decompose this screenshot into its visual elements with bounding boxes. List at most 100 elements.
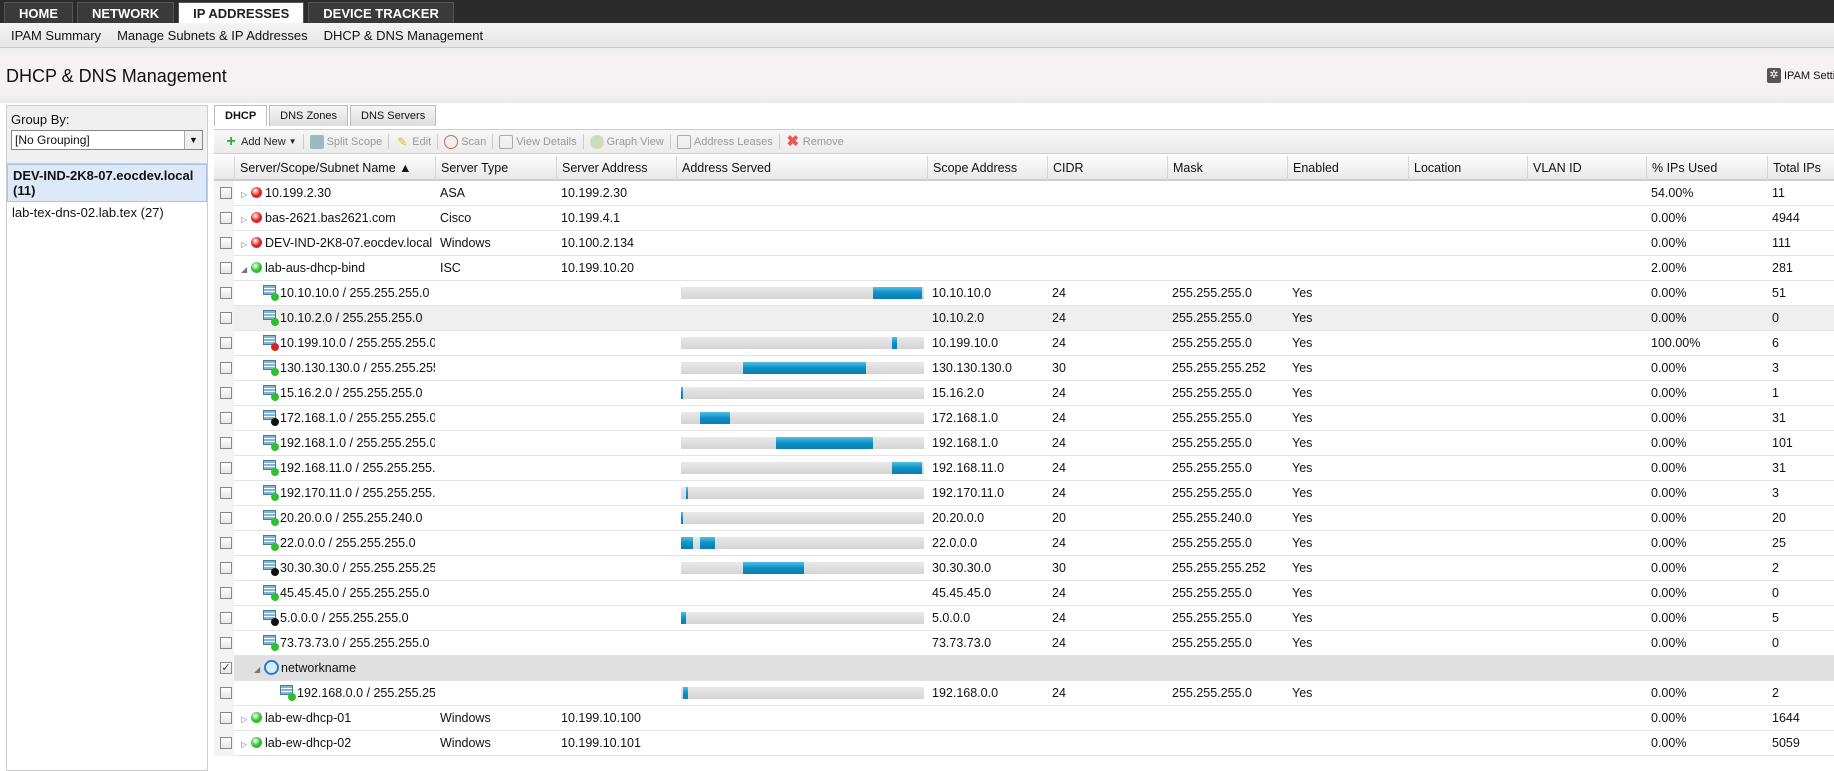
column-header[interactable]: Total IPs <box>1767 156 1834 181</box>
scope-row[interactable]: 73.73.73.0 / 255.255.255.0 73.73.73.0 24 25… <box>214 631 1834 656</box>
row-name[interactable]: lab-aus-dhcp-bind <box>265 261 365 275</box>
row-name[interactable]: 192.170.11.0 / 255.255.255.0 <box>280 486 435 500</box>
scope-row[interactable]: 22.0.0.0 / 255.255.255.0 22.0.0.0 24 255.25… <box>214 531 1834 556</box>
group-by-select[interactable]: [No Grouping] ▼ <box>11 130 203 150</box>
edit-button[interactable]: ✎ Edit <box>389 134 439 149</box>
scope-row[interactable]: 30.30.30.0 / 255.255.255.252 30.30.30.0 30… <box>214 556 1834 581</box>
nav-device-tracker[interactable]: DEVICE TRACKER <box>308 2 454 23</box>
remove-button[interactable]: ✖ Remove <box>780 134 850 149</box>
row-name[interactable]: 45.45.45.0 / 255.255.255.0 <box>280 586 429 600</box>
server-row[interactable]: ▷ bas-2621.bas2621.com Cisco 10.199.4.1 0.00… <box>214 206 1834 231</box>
row-checkbox[interactable] <box>220 637 232 649</box>
row-checkbox[interactable] <box>220 612 232 624</box>
row-name[interactable]: 73.73.73.0 / 255.255.255.0 <box>280 636 429 650</box>
expand-arrow-icon[interactable]: ▷ <box>241 183 251 205</box>
row-name[interactable]: 10.10.2.0 / 255.255.255.0 <box>280 311 423 325</box>
row-checkbox[interactable] <box>220 437 232 449</box>
row-name[interactable]: 10.199.10.0 / 255.255.255.0 <box>280 336 435 350</box>
row-checkbox[interactable] <box>220 737 232 749</box>
row-name[interactable]: 192.168.11.0 / 255.255.255.0 <box>280 461 435 475</box>
column-header[interactable]: Address Served <box>676 156 927 181</box>
row-checkbox[interactable] <box>220 237 232 249</box>
group-row[interactable]: ✓ ◢ networkname <box>214 656 1834 681</box>
group-item[interactable]: lab-tex-dns-02.lab.tex (27) <box>7 202 207 223</box>
scope-row[interactable]: 172.168.1.0 / 255.255.255.0 172.168.1.0 24… <box>214 406 1834 431</box>
scope-row[interactable]: 20.20.0.0 / 255.255.240.0 20.20.0.0 20 255.… <box>214 506 1834 531</box>
column-header[interactable]: Enabled <box>1287 156 1408 181</box>
expand-arrow-icon[interactable]: ▷ <box>241 708 251 730</box>
tab-dns-servers[interactable]: DNS Servers <box>350 105 437 126</box>
scope-row[interactable]: 5.0.0.0 / 255.255.255.0 5.0.0.0 24 255.255.… <box>214 606 1834 631</box>
row-name[interactable]: 10.199.2.30 <box>265 186 331 200</box>
row-name[interactable]: 10.10.10.0 / 255.255.255.0 <box>280 286 429 300</box>
row-name[interactable]: 130.130.130.0 / 255.255.255.252 <box>280 361 435 375</box>
row-checkbox[interactable] <box>220 337 232 349</box>
scope-row[interactable]: 192.170.11.0 / 255.255.255.0 192.170.11.0… <box>214 481 1834 506</box>
row-checkbox[interactable] <box>220 212 232 224</box>
server-row[interactable]: ▷ lab-ew-dhcp-01 Windows 10.199.10.100 0.00%… <box>214 706 1834 731</box>
row-checkbox[interactable] <box>220 512 232 524</box>
column-header[interactable]: Server/Scope/Subnet Name ▲ <box>234 156 435 181</box>
row-checkbox[interactable] <box>220 362 232 374</box>
scope-row[interactable]: 192.168.0.0 / 255.255.255.0 192.168.0.0 24… <box>214 681 1834 706</box>
server-row[interactable]: ◢ lab-aus-dhcp-bind ISC 10.199.10.20 2.00% 28… <box>214 256 1834 281</box>
scope-row[interactable]: 130.130.130.0 / 255.255.255.252 130.130.1… <box>214 356 1834 381</box>
add-new-button[interactable]: + Add New ▼ <box>218 133 304 149</box>
row-checkbox[interactable] <box>220 387 232 399</box>
collapse-arrow-icon[interactable]: ◢ <box>241 258 251 280</box>
scan-button[interactable]: Scan <box>438 134 494 149</box>
row-checkbox[interactable] <box>220 312 232 324</box>
group-item[interactable]: DEV-IND-2K8-07.eocdev.local (11) <box>7 164 207 202</box>
scope-row[interactable]: 45.45.45.0 / 255.255.255.0 45.45.45.0 24 25… <box>214 581 1834 606</box>
server-row[interactable]: ▷ lab-ew-dhcp-02 Windows 10.199.10.101 0.00%… <box>214 731 1834 756</box>
row-checkbox[interactable] <box>220 587 232 599</box>
address-leases-button[interactable]: Address Leases <box>671 134 780 149</box>
row-checkbox[interactable] <box>220 562 232 574</box>
row-name[interactable]: 15.16.2.0 / 255.255.255.0 <box>280 386 423 400</box>
row-checkbox[interactable] <box>220 687 232 699</box>
expand-arrow-icon[interactable]: ▷ <box>241 233 251 255</box>
ipam-settings-button[interactable]: ✲ IPAM Settings <box>1767 68 1834 83</box>
expand-arrow-icon[interactable]: ▷ <box>241 208 251 230</box>
view-details-button[interactable]: View Details <box>493 134 584 149</box>
subnav-ipam-summary[interactable]: IPAM Summary <box>11 23 101 47</box>
column-header[interactable]: Location <box>1408 156 1527 181</box>
server-row[interactable]: ▷ 10.199.2.30 ASA 10.199.2.30 54.00% 11 <box>214 181 1834 206</box>
row-checkbox[interactable] <box>220 287 232 299</box>
row-name[interactable]: 5.0.0.0 / 255.255.255.0 <box>280 611 409 625</box>
column-header[interactable]: Server Type <box>435 156 556 181</box>
scope-row[interactable]: 10.199.10.0 / 255.255.255.0 10.199.10.0 24… <box>214 331 1834 356</box>
row-name[interactable]: lab-ew-dhcp-02 <box>265 736 351 750</box>
row-checkbox[interactable] <box>220 537 232 549</box>
scope-row[interactable]: 192.168.11.0 / 255.255.255.0 192.168.11.0… <box>214 456 1834 481</box>
row-name[interactable]: DEV-IND-2K8-07.eocdev.local <box>265 236 432 250</box>
row-name[interactable]: 30.30.30.0 / 255.255.255.252 <box>280 561 435 575</box>
nav-network[interactable]: NETWORK <box>77 2 175 23</box>
row-checkbox[interactable] <box>220 262 232 274</box>
subnav-manage-subnets[interactable]: Manage Subnets & IP Addresses <box>117 23 308 47</box>
row-name[interactable]: networkname <box>281 661 356 675</box>
column-header[interactable]: Server Address <box>556 156 676 181</box>
row-name[interactable]: 20.20.0.0 / 255.255.240.0 <box>280 511 423 525</box>
server-row[interactable]: ▷ DEV-IND-2K8-07.eocdev.local Windows 10.10… <box>214 231 1834 256</box>
tab-dhcp[interactable]: DHCP <box>214 105 268 126</box>
expand-arrow-icon[interactable]: ▷ <box>241 733 251 755</box>
column-header[interactable]: Scope Address <box>927 156 1047 181</box>
row-name[interactable]: 192.168.1.0 / 255.255.255.0 <box>280 436 435 450</box>
row-name[interactable]: bas-2621.bas2621.com <box>265 211 396 225</box>
row-checkbox[interactable] <box>220 487 232 499</box>
tab-dns-zones[interactable]: DNS Zones <box>269 105 349 126</box>
row-checkbox[interactable]: ✓ <box>220 662 232 674</box>
column-header[interactable]: % IPs Used <box>1646 156 1767 181</box>
row-name[interactable]: 172.168.1.0 / 255.255.255.0 <box>280 411 435 425</box>
collapse-arrow-icon[interactable]: ◢ <box>254 658 264 680</box>
scope-row[interactable]: 10.10.2.0 / 255.255.255.0 10.10.2.0 24 255.… <box>214 306 1834 331</box>
split-scope-button[interactable]: Split Scope <box>304 134 390 149</box>
column-header[interactable]: CIDR <box>1047 156 1167 181</box>
row-name[interactable]: 192.168.0.0 / 255.255.255.0 <box>297 686 435 700</box>
column-header[interactable]: Mask <box>1167 156 1287 181</box>
row-checkbox[interactable] <box>220 462 232 474</box>
scope-row[interactable]: 15.16.2.0 / 255.255.255.0 15.16.2.0 24 255.… <box>214 381 1834 406</box>
nav-ip-addresses[interactable]: IP ADDRESSES <box>178 2 305 23</box>
row-checkbox[interactable] <box>220 187 232 199</box>
